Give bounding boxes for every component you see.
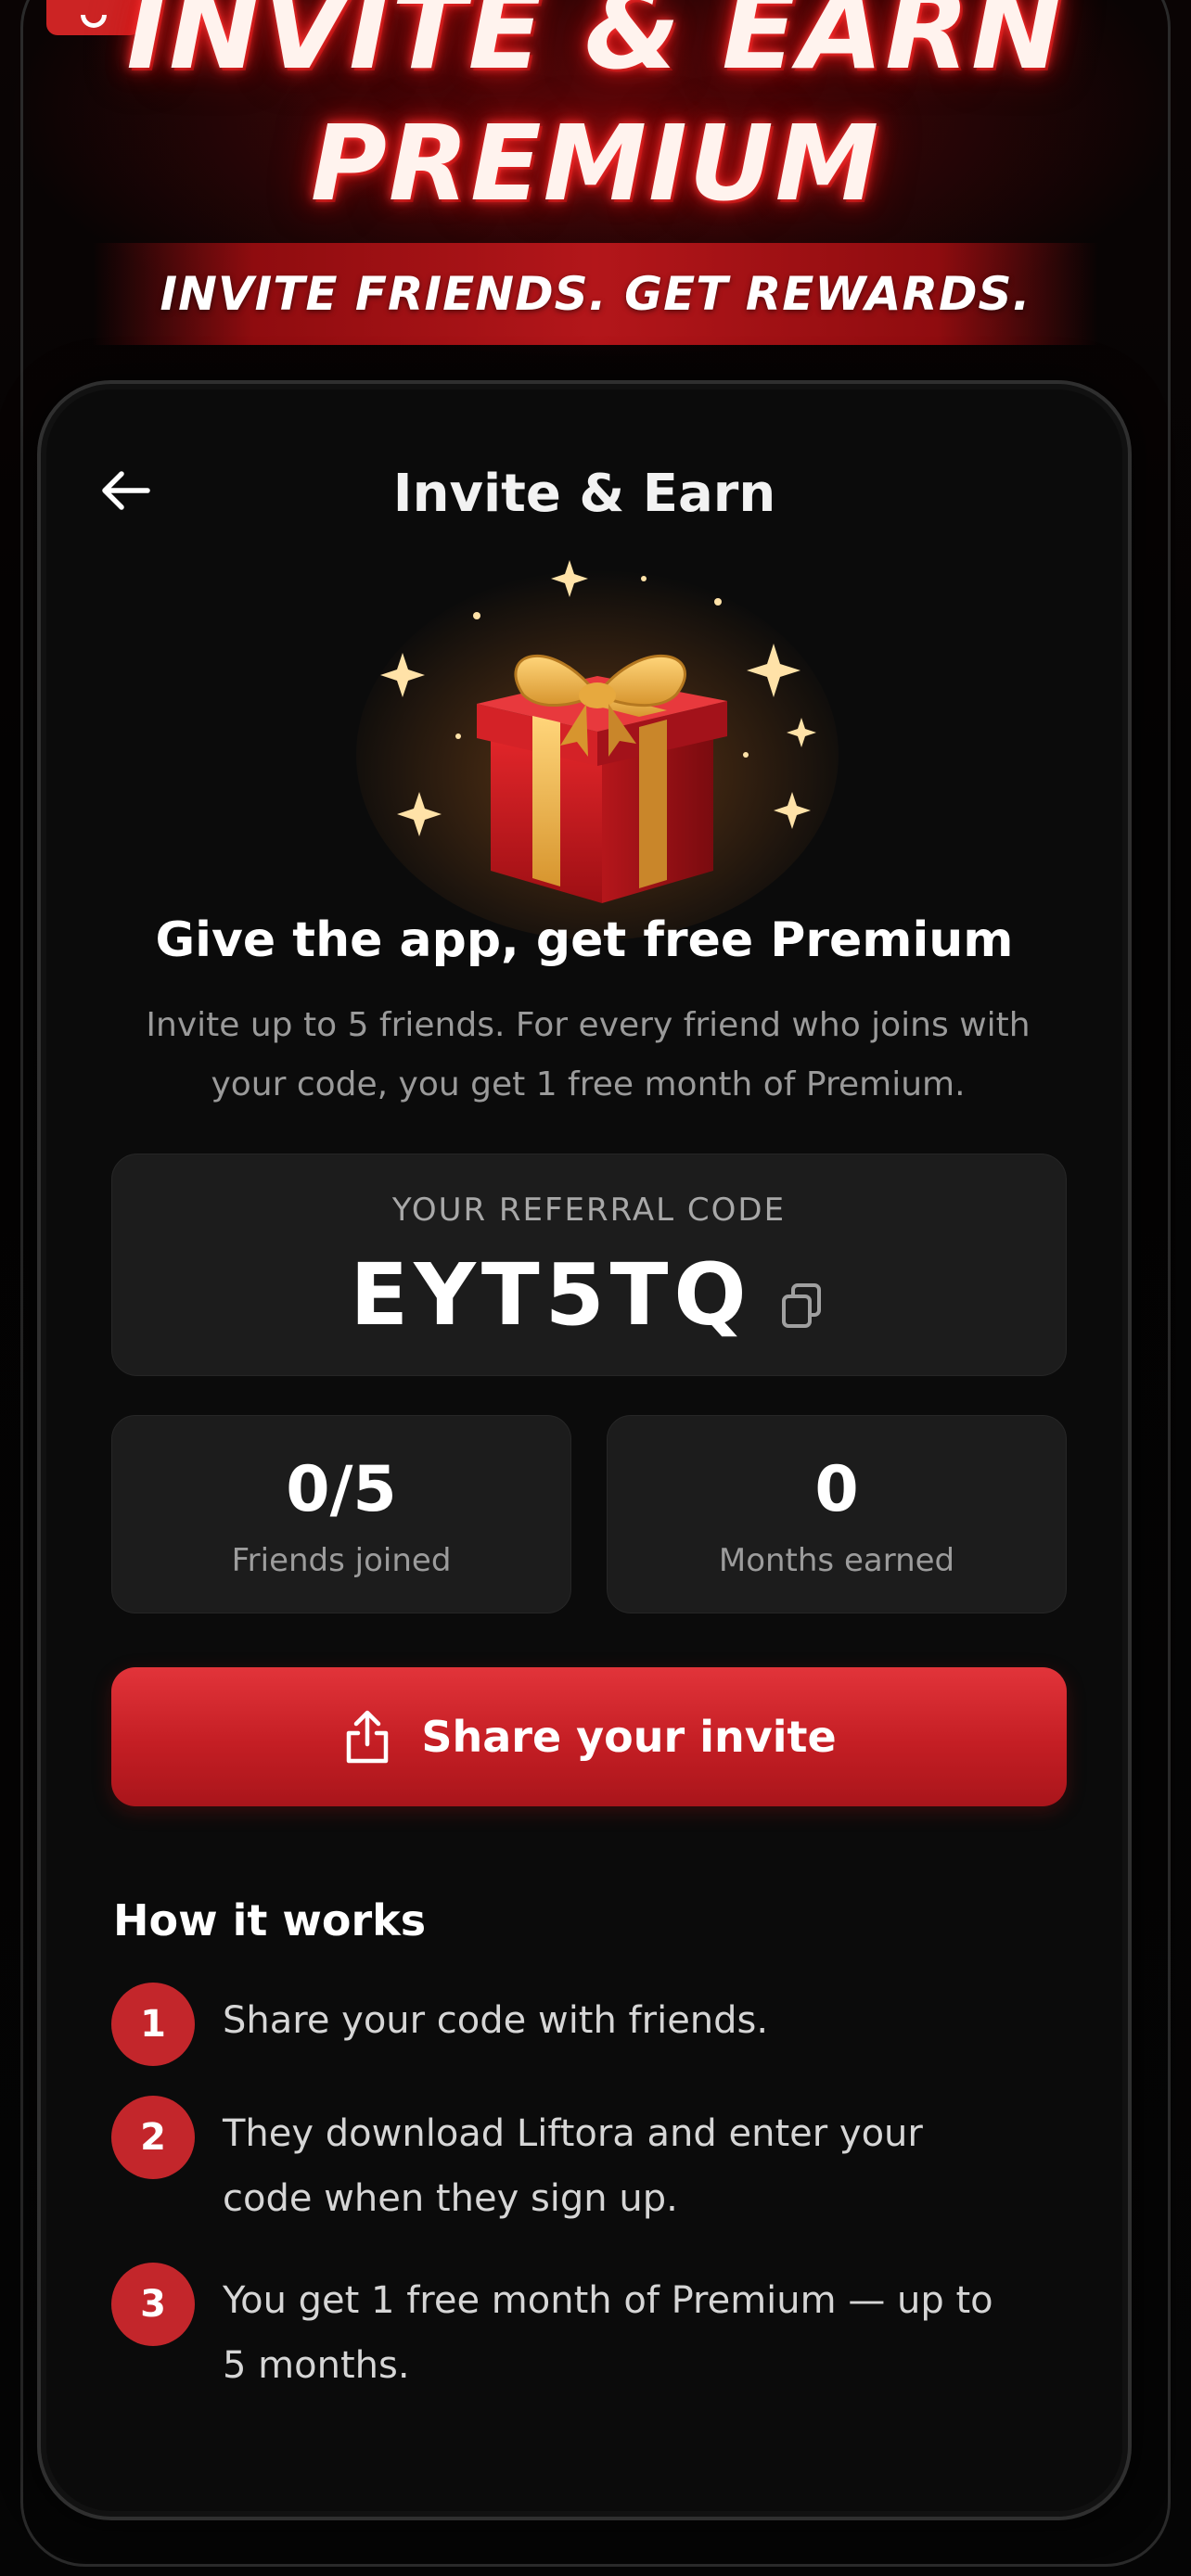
copy-code-button[interactable]: [776, 1280, 828, 1332]
how-it-works-heading: How it works: [113, 1895, 427, 1945]
step-text: Share your code with friends.: [223, 1999, 769, 2042]
step-number-badge: 3: [111, 2263, 195, 2346]
share-icon: [347, 1710, 389, 1764]
copy-icon: [781, 1282, 821, 1328]
referral-code-row: EYT5TQ: [112, 1245, 1066, 1345]
friends-joined-label: Friends joined: [231, 1542, 452, 1579]
step-number-badge: 2: [111, 2096, 195, 2179]
referral-code-value[interactable]: EYT5TQ: [350, 1245, 751, 1345]
promo-heading: Give the app, get free Premium: [155, 912, 1014, 968]
months-earned-label: Months earned: [718, 1542, 955, 1579]
promo-page: INVITE & EARN PREMIUM INVITE FRIENDS. GE…: [0, 0, 1191, 2576]
tagline-text: INVITE FRIENDS. GET REWARDS.: [160, 267, 1031, 321]
friends-joined-value: 0/5: [286, 1453, 397, 1526]
hero-title-line2: PREMIUM: [310, 104, 881, 224]
step-text: They download Liftora and enter your cod…: [223, 2112, 923, 2220]
step-number-badge: 1: [111, 1983, 195, 2066]
tagline-banner: INVITE FRIENDS. GET REWARDS.: [93, 243, 1098, 345]
step-text: You get 1 free month of Premium — up to …: [223, 2279, 993, 2387]
share-invite-label: Share your invite: [421, 1712, 837, 1762]
months-earned-card: 0 Months earned: [607, 1415, 1067, 1613]
hero-title-line1: INVITE & EARN: [126, 0, 1065, 94]
referral-code-card: YOUR REFERRAL CODE EYT5TQ: [111, 1154, 1067, 1376]
promo-description: Invite up to 5 friends. For every friend…: [146, 1006, 1031, 1103]
referral-code-label: YOUR REFERRAL CODE: [391, 1192, 787, 1229]
months-earned-value: 0: [814, 1453, 859, 1526]
phone-screen: Invite & Earn Give the app, get free Pre…: [37, 380, 1132, 2520]
share-invite-button[interactable]: Share your invite: [111, 1667, 1067, 1806]
friends-joined-card: 0/5 Friends joined: [111, 1415, 571, 1613]
gift-box-icon: [356, 560, 839, 940]
